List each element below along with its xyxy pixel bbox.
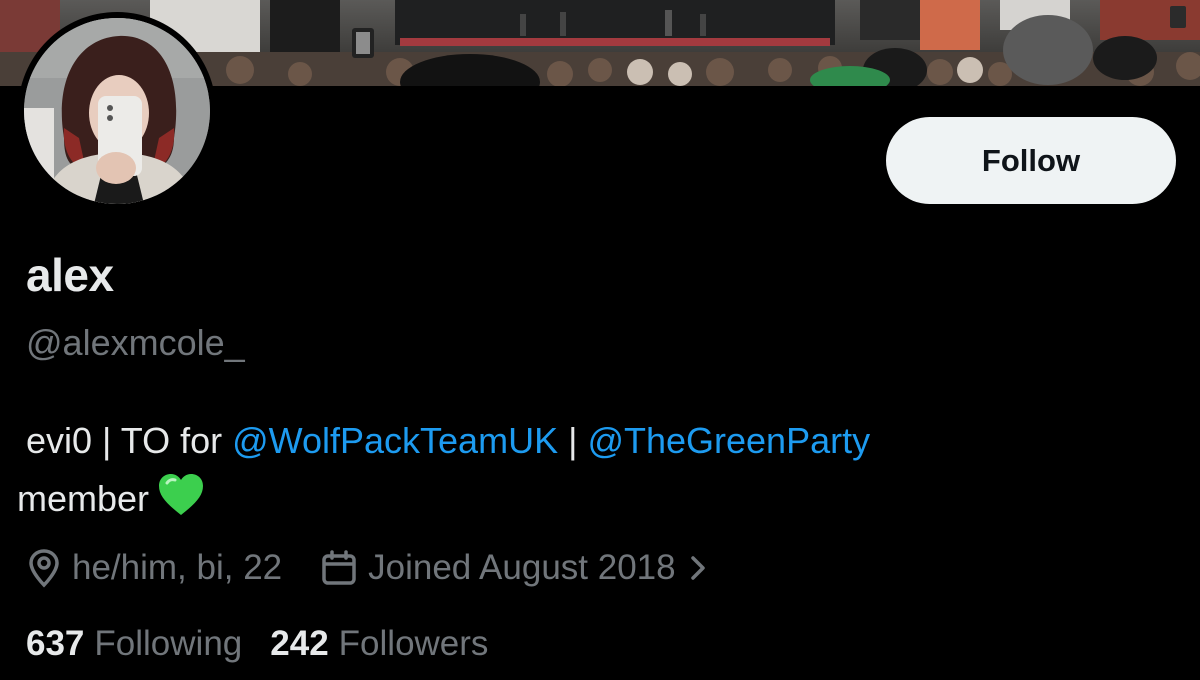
bio-mention-link[interactable]: @TheGreenParty xyxy=(587,420,870,461)
following-link[interactable]: 637 Following xyxy=(26,624,242,664)
following-label: Following xyxy=(94,624,243,663)
location-item: he/him, bi, 22 xyxy=(26,548,282,588)
followers-link[interactable]: 242 Followers xyxy=(270,624,488,664)
avatar[interactable] xyxy=(24,18,210,204)
bio-mention-link[interactable]: @WolfPackTeamUK xyxy=(232,420,558,461)
follow-button[interactable]: Follow xyxy=(886,117,1176,204)
location-text: he/him, bi, 22 xyxy=(72,548,283,587)
bio-text: | xyxy=(558,420,588,461)
profile-meta-row: he/him, bi, 22 Joined August 2018 xyxy=(26,544,706,592)
joined-text: Joined August 2018 xyxy=(368,548,676,587)
following-count: 637 xyxy=(26,624,85,663)
chevron-right-icon xyxy=(690,555,706,581)
profile-bio: evi0 | TO for @WolfPackTeamUK | @TheGree… xyxy=(17,412,1176,534)
followers-label: Followers xyxy=(338,624,489,663)
green-heart-icon xyxy=(157,473,205,534)
user-handle: @alexmcole_ xyxy=(26,322,245,363)
location-pin-icon xyxy=(26,548,62,588)
bio-text: member xyxy=(17,478,150,519)
display-name: alex xyxy=(26,249,114,301)
follow-button-label: Follow xyxy=(981,142,1081,178)
calendar-icon xyxy=(320,549,358,587)
profile-stats: 637 Following 242 Followers xyxy=(26,624,488,664)
joined-item[interactable]: Joined August 2018 xyxy=(320,548,705,588)
bio-text: evi0 | TO for xyxy=(26,420,233,461)
followers-count: 242 xyxy=(270,624,329,663)
